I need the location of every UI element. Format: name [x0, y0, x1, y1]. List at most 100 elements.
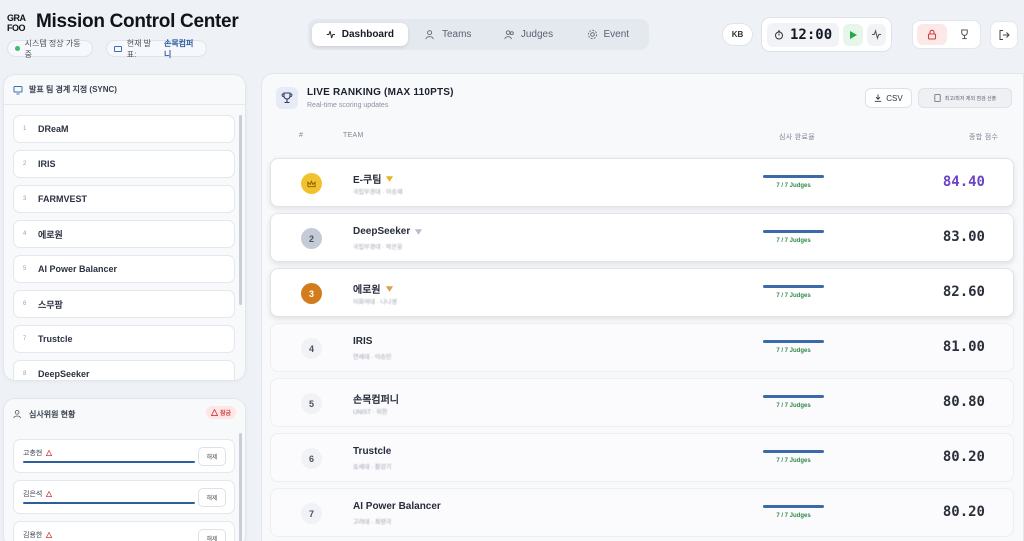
- trophy-button[interactable]: [953, 24, 975, 45]
- lock-controls: [912, 20, 981, 49]
- list-item[interactable]: 3 FARMVEST: [13, 185, 235, 213]
- activity-icon: [871, 29, 881, 40]
- rank-badge: 7: [301, 503, 322, 524]
- pulse-button[interactable]: [866, 23, 886, 46]
- list-item[interactable]: 4 에로원: [13, 220, 235, 248]
- table-row[interactable]: 4 IRIS 연세대 · 이승민 7 / 7 Judges 81.00: [270, 323, 1014, 372]
- tab-teams-label: Teams: [441, 29, 472, 40]
- team-list-scrollbar[interactable]: [239, 115, 242, 305]
- tab-judges[interactable]: Judges: [488, 23, 568, 46]
- list-item[interactable]: 7 Trustcle: [13, 325, 235, 353]
- judging-progress-label: 7 / 7 Judges: [776, 348, 811, 354]
- judging-progress-label: 7 / 7 Judges: [776, 293, 811, 299]
- team-name: IRIS: [38, 159, 56, 169]
- list-item[interactable]: 1 DReaM: [13, 115, 235, 143]
- list-item[interactable]: 6 스무팜: [13, 290, 235, 318]
- team-affiliation: UNIST · 위한: [353, 410, 388, 416]
- monitor-icon: [13, 85, 23, 94]
- col-rank-header: #: [299, 132, 304, 139]
- csv-export-button[interactable]: CSV: [865, 88, 912, 108]
- status-dot-icon: [15, 46, 20, 51]
- total-score: 81.00: [942, 339, 985, 355]
- list-item[interactable]: 5 AI Power Balancer: [13, 255, 235, 283]
- judging-progress-label: 7 / 7 Judges: [776, 513, 811, 519]
- team-name: 에로원: [38, 229, 63, 240]
- judge-unlock-button[interactable]: 해제: [198, 488, 226, 507]
- team-name: E-쿠팀: [353, 175, 382, 186]
- judge-list-scrollbar[interactable]: [239, 433, 242, 541]
- team-affiliation: 이화여대 · 나나영: [353, 300, 397, 306]
- list-item[interactable]: 8 DeepSeeker: [13, 360, 235, 380]
- lock-icon: [927, 29, 937, 40]
- medal-icon: [386, 175, 394, 182]
- tab-dashboard[interactable]: Dashboard: [312, 23, 408, 46]
- logout-button[interactable]: [990, 21, 1018, 49]
- keyboard-shortcuts-button[interactable]: KB: [722, 23, 753, 46]
- team-name: AI Power Balancer: [353, 501, 441, 512]
- team-name: AI Power Balancer: [38, 264, 118, 274]
- presenting-team: 손목컴퍼니: [163, 38, 194, 59]
- bronze-rank-badge: 3: [301, 283, 322, 304]
- table-row[interactable]: E-쿠팀 국립부경대 · 이승재 7 / 7 Judges 84.40: [270, 158, 1014, 207]
- trophy-icon: [281, 92, 293, 104]
- team-affiliation: 국립부경대 · 이승재: [353, 190, 403, 196]
- warning-icon: [46, 491, 53, 497]
- list-item: 고충현 해제: [13, 439, 235, 473]
- team-name: Trustcle: [38, 334, 73, 344]
- medal-icon: [415, 228, 423, 235]
- rank-badge: 5: [301, 393, 322, 414]
- tab-judges-label: Judges: [520, 29, 554, 40]
- list-item: 김용한 해제: [13, 521, 235, 541]
- presenting-pill: 현재 발표: 손목컴퍼니: [106, 38, 207, 59]
- team-name: IRIS: [353, 336, 373, 347]
- play-button[interactable]: [843, 23, 863, 46]
- team-list: 1 DReaM 2 IRIS 3 FARMVEST 4 에로원 5 AI Power Ba…: [4, 105, 245, 380]
- rank-badge: 6: [301, 448, 322, 469]
- judge-unlock-button[interactable]: 해제: [198, 529, 226, 541]
- table-row[interactable]: 5 손목컴퍼니 UNIST · 위한 7 / 7 Judges 80.80: [270, 378, 1014, 427]
- list-item[interactable]: 2 IRIS: [13, 150, 235, 178]
- download-icon: [875, 94, 882, 102]
- team-name: FARMVEST: [38, 194, 88, 204]
- logout-icon: [999, 30, 1010, 40]
- judge-progress-bar: [23, 502, 195, 504]
- users-icon: [425, 30, 434, 40]
- total-score: 80.20: [942, 449, 985, 465]
- col-progress-header: 심사 완료율: [779, 134, 815, 141]
- team-index: 2: [23, 161, 27, 167]
- team-name: 스무팜: [38, 299, 63, 310]
- col-team-header: TEAM: [343, 132, 364, 139]
- users-icon: [13, 410, 21, 419]
- tab-teams[interactable]: Teams: [410, 23, 486, 46]
- table-row[interactable]: 7 AI Power Balancer 고려대 · 최량극 7 / 7 Judg…: [270, 488, 1014, 537]
- tab-event[interactable]: Event: [571, 23, 645, 46]
- team-name: Trustcle: [353, 446, 392, 457]
- team-index: 5: [23, 266, 27, 272]
- judge-name: 김용한: [23, 532, 43, 539]
- gold-rank-badge: [301, 173, 322, 194]
- col-score-header: 종합 점수: [969, 134, 999, 141]
- silver-rank-badge: 2: [301, 228, 322, 249]
- team-name-row: E-쿠팀: [353, 171, 394, 186]
- lock-button[interactable]: [917, 24, 947, 45]
- tab-dashboard-label: Dashboard: [341, 29, 394, 40]
- stopwatch-icon: [775, 30, 783, 39]
- app-logo: GRA FOO: [7, 13, 26, 33]
- team-name-row: DeepSeeker: [353, 226, 423, 237]
- judge-unlock-button[interactable]: 해제: [198, 447, 226, 466]
- judges-badge-label: 잠금: [219, 411, 231, 417]
- header: GRA FOO Mission Control Center 시스템 정상 가동 …: [0, 0, 1024, 66]
- table-row[interactable]: 6 Trustcle 효세대 · 황강기 7 / 7 Judges 80.20: [270, 433, 1014, 482]
- team-name: DReaM: [38, 124, 69, 134]
- team-index: 6: [23, 301, 27, 307]
- monitor-icon: [114, 45, 122, 52]
- trimmed-score-export-button[interactable]: 최고/최저 제외 점검 산출: [918, 88, 1012, 108]
- judge-name: 김은석: [23, 491, 43, 498]
- table-row[interactable]: 3 에로원 이화여대 · 나나영 7 / 7 Judges 82.60: [270, 268, 1014, 317]
- total-score: 82.60: [942, 284, 985, 300]
- table-row[interactable]: 2 DeepSeeker 국립부경대 · 박은웅 7 / 7 Judges 83…: [270, 213, 1014, 262]
- list-item: 김은석 해제: [13, 480, 235, 514]
- judging-progress-bar: [763, 505, 824, 508]
- judge-list: 고충현 해제 김은석 해제 김용한 해제: [4, 429, 245, 541]
- team-name: 손목컴퍼니: [353, 395, 399, 406]
